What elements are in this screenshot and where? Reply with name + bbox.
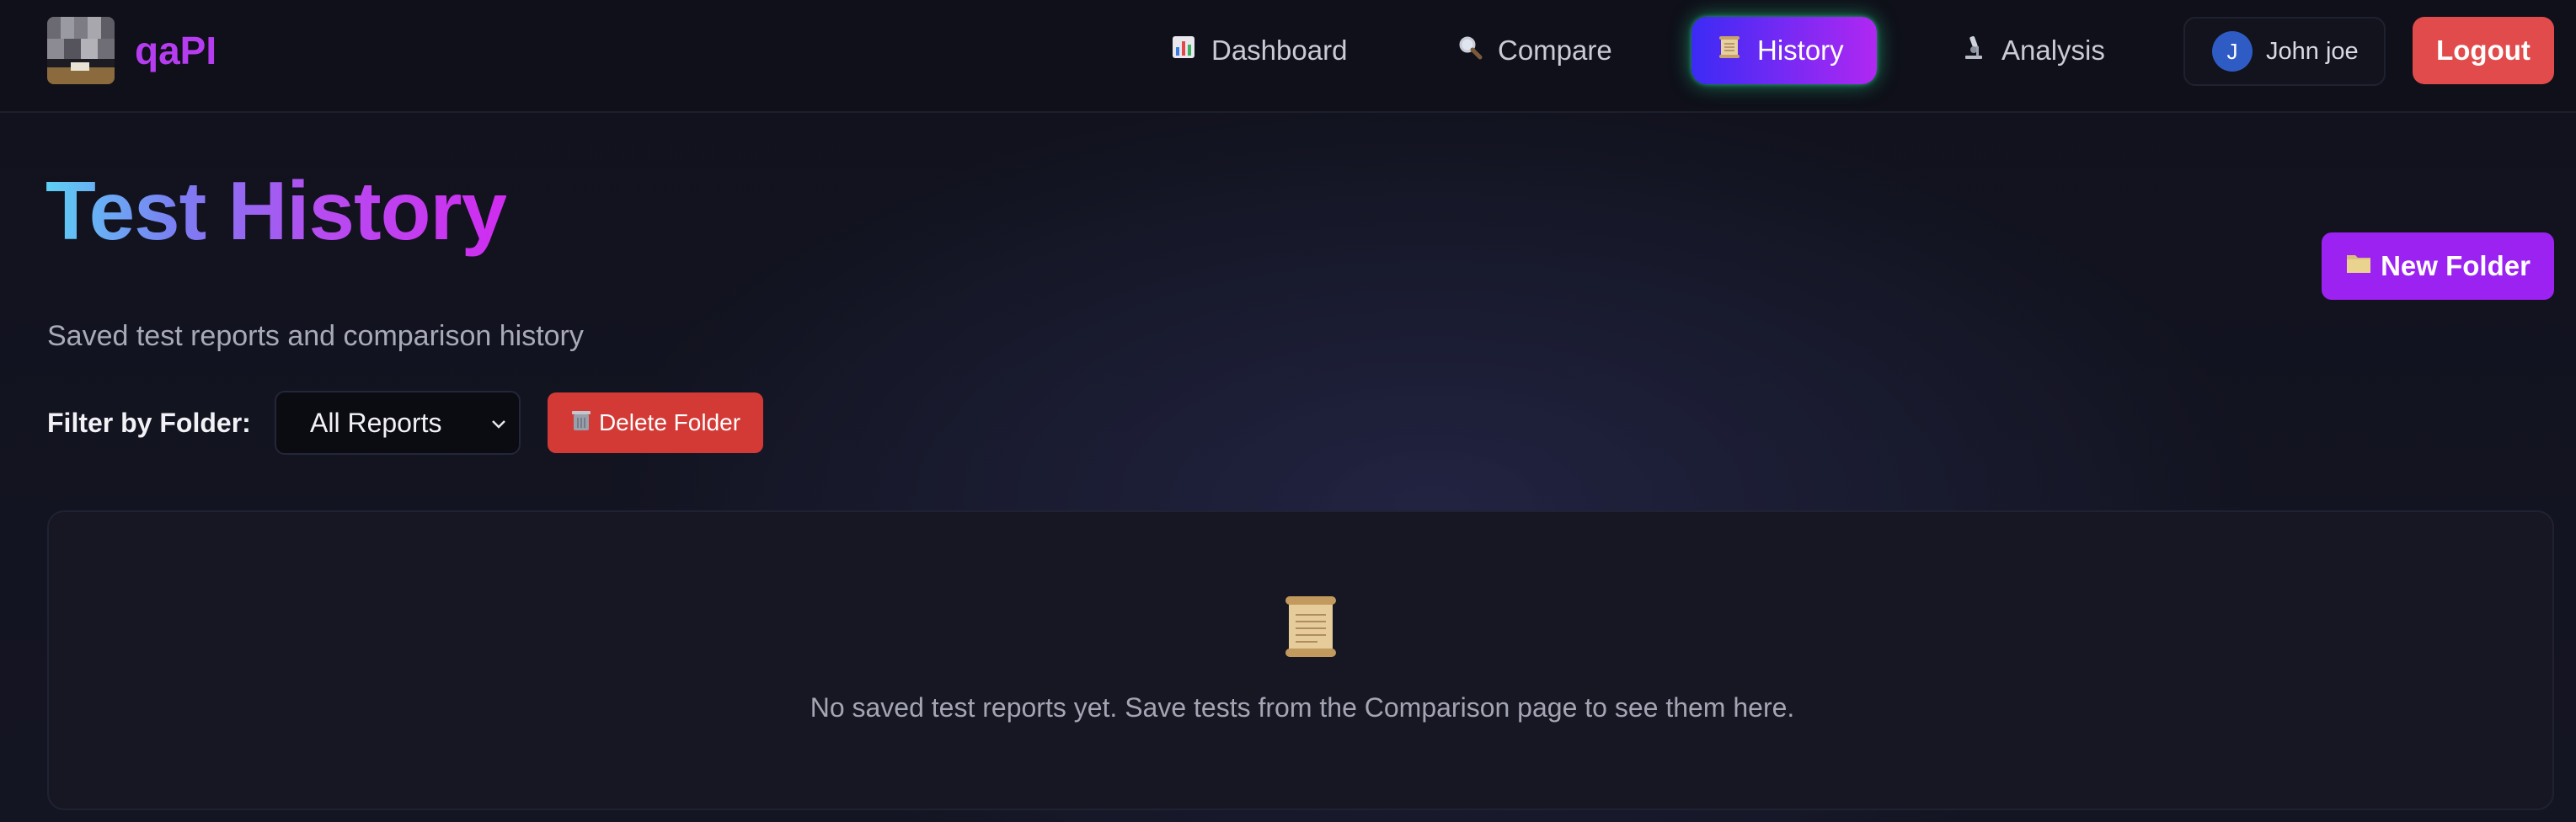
empty-state-message: No saved test reports yet. Save tests fr… — [810, 692, 1795, 723]
filter-label: Filter by Folder: — [47, 408, 251, 438]
folder-select-value: All Reports — [310, 407, 442, 438]
nav-analysis-label: Analysis — [2001, 35, 2105, 66]
page-title-part2: History — [227, 164, 507, 257]
nav-compare-label: Compare — [1498, 35, 1612, 66]
logo-image[interactable] — [47, 17, 115, 84]
nav-dashboard[interactable]: Dashboard — [1146, 17, 1371, 84]
user-name: John joe — [2266, 37, 2359, 65]
nav-dashboard-label: Dashboard — [1211, 35, 1348, 66]
user-menu[interactable]: J John joe — [2183, 17, 2386, 86]
folder-icon — [2345, 250, 2372, 282]
folder-select[interactable]: All Reports — [275, 391, 521, 455]
scroll-icon — [1715, 35, 1744, 67]
bar-chart-icon — [1169, 35, 1198, 67]
brand-name[interactable]: qaPI — [135, 25, 216, 76]
new-folder-button[interactable]: New Folder — [2322, 232, 2554, 300]
delete-folder-label: Delete Folder — [598, 409, 741, 435]
nav-history[interactable]: History — [1692, 17, 1877, 84]
avatar: J — [2212, 31, 2253, 72]
magnifier-icon — [1456, 35, 1484, 67]
scroll-icon — [1277, 593, 1344, 660]
nav-compare[interactable]: Compare — [1432, 17, 1636, 84]
chevron-down-icon — [485, 411, 512, 438]
microscope-icon — [1959, 35, 1988, 67]
new-folder-label: New Folder — [2381, 250, 2531, 281]
top-navbar: qaPI Dashboard Compare History Analysis … — [0, 0, 2576, 113]
trash-icon — [570, 408, 592, 438]
empty-state-card: No saved test reports yet. Save tests fr… — [47, 510, 2554, 810]
page-title-part1: Test — [45, 164, 228, 257]
logout-button[interactable]: Logout — [2413, 17, 2554, 84]
nav-analysis[interactable]: Analysis — [1936, 17, 2129, 84]
nav-history-label: History — [1757, 35, 1844, 66]
page-title: Test History — [45, 160, 506, 261]
delete-folder-button[interactable]: Delete Folder — [548, 392, 763, 453]
page-subtitle: Saved test reports and comparison histor… — [47, 320, 584, 352]
